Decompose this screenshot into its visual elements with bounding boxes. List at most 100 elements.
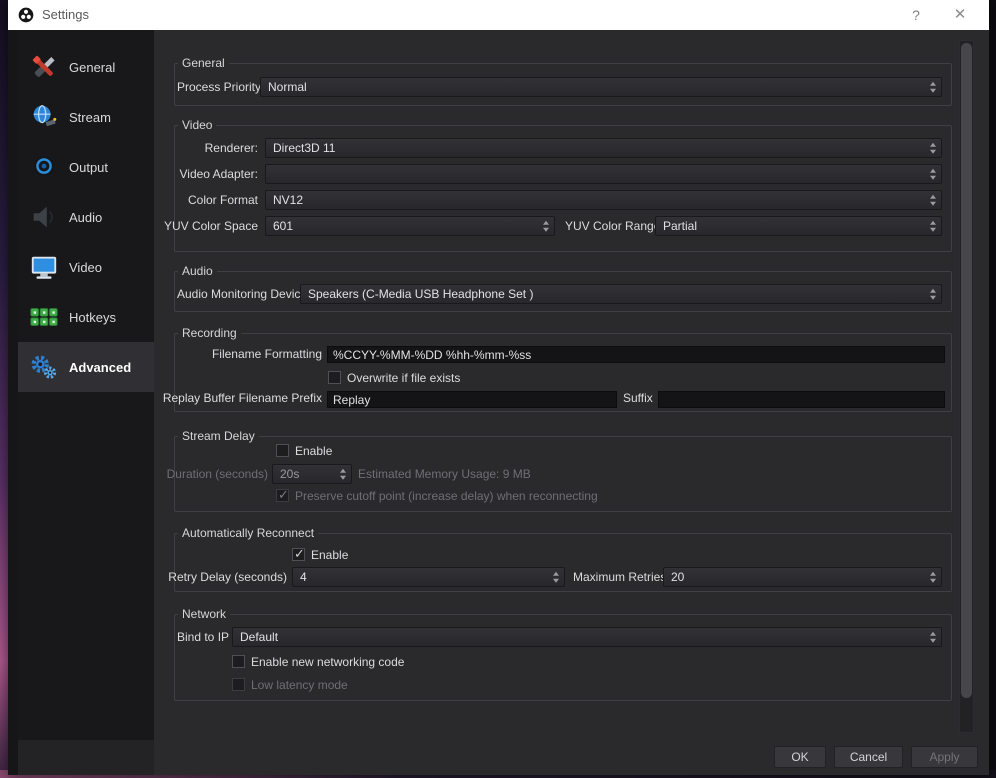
sidebar-item-label: General (69, 59, 116, 75)
sidebar-item-output[interactable]: Output (18, 142, 154, 192)
updown-arrows-icon (930, 81, 936, 93)
suffix-input[interactable] (658, 391, 945, 408)
globe-satellite-icon (28, 102, 60, 132)
bind-to-ip-value: Default (240, 630, 279, 644)
monitor-icon (28, 252, 60, 282)
sidebar-item-audio[interactable]: Audio (18, 192, 154, 242)
scrollbar-thumb[interactable] (961, 43, 972, 698)
group-video-title: Video (182, 118, 213, 132)
low-latency-label[interactable]: Low latency mode (251, 675, 348, 695)
titlebar[interactable]: Settings ? ✕ (8, 0, 989, 30)
gears-icon (28, 352, 60, 382)
updown-arrows-icon (930, 142, 936, 154)
vertical-scrollbar[interactable] (959, 40, 974, 733)
preserve-cutoff-label[interactable]: Preserve cutoff point (increase delay) w… (295, 486, 598, 506)
color-format-value: NV12 (273, 193, 304, 207)
overwrite-checkbox[interactable] (328, 371, 341, 384)
updown-arrows-icon (930, 194, 936, 206)
color-format-label: Color Format (187, 193, 258, 207)
maximum-retries-spinbox[interactable]: 20 (663, 567, 942, 587)
group-audio-title: Audio (182, 264, 213, 278)
settings-content: General Process Priority Normal Video Re… (154, 30, 989, 775)
sidebar-item-label: Audio (69, 209, 103, 225)
duration-label: Duration (seconds) (166, 467, 268, 481)
audio-monitoring-label: Audio Monitoring Device (177, 287, 308, 301)
sidebar-item-label: Advanced (69, 359, 132, 375)
color-format-select[interactable]: NV12 (265, 190, 942, 210)
low-latency-checkbox[interactable] (232, 678, 245, 691)
sidebar-item-label: Video (69, 259, 103, 275)
retry-delay-value: 4 (300, 570, 307, 584)
renderer-value: Direct3D 11 (273, 141, 336, 155)
obs-logo-icon (18, 7, 34, 23)
yuv-color-range-select[interactable]: Partial (655, 216, 942, 236)
updown-arrows-icon (930, 571, 936, 583)
maximum-retries-value: 20 (671, 570, 685, 584)
suffix-label: Suffix (623, 391, 653, 405)
ok-button[interactable]: OK (774, 746, 826, 768)
filename-formatting-input[interactable] (327, 346, 945, 363)
sidebar-item-video[interactable]: Video (18, 242, 154, 292)
process-priority-label: Process Priority (177, 80, 262, 94)
settings-window: Settings ? ✕ General Stream Output Audio… (8, 0, 989, 775)
sidebar-margin (8, 30, 18, 775)
updown-arrows-icon (543, 220, 549, 232)
stream-delay-enable-label[interactable]: Enable (295, 441, 332, 461)
yuv-color-space-value: 601 (273, 219, 294, 233)
group-stream-delay-title: Stream Delay (182, 429, 255, 443)
group-recording-title: Recording (182, 326, 237, 340)
group-general-title: General (182, 56, 225, 70)
renderer-label: Renderer: (204, 141, 258, 155)
tools-icon (28, 52, 60, 82)
maximum-retries-label: Maximum Retries (573, 570, 667, 584)
sidebar-item-stream[interactable]: Stream (18, 92, 154, 142)
yuv-color-space-label: YUV Color Space (163, 219, 258, 233)
overwrite-label[interactable]: Overwrite if file exists (347, 368, 460, 388)
audio-monitoring-value: Speakers (C-Media USB Headphone Set ) (308, 287, 534, 301)
renderer-select[interactable]: Direct3D 11 (265, 138, 942, 158)
sidebar: General Stream Output Audio Video Hotkey… (18, 30, 154, 740)
group-network-title: Network (182, 607, 227, 621)
sidebar-item-general[interactable]: General (18, 42, 154, 92)
new-networking-checkbox[interactable] (232, 655, 245, 668)
sidebar-item-label: Output (69, 159, 109, 175)
sidebar-item-hotkeys[interactable]: Hotkeys (18, 292, 154, 342)
retry-delay-spinbox[interactable]: 4 (292, 567, 565, 587)
sidebar-item-advanced[interactable]: Advanced (18, 342, 154, 392)
yuv-color-range-label: YUV Color Range (565, 219, 661, 233)
window-title: Settings (42, 7, 89, 22)
close-button[interactable]: ✕ (943, 0, 977, 30)
audio-monitoring-select[interactable]: Speakers (C-Media USB Headphone Set ) (300, 284, 942, 304)
replay-prefix-input[interactable] (327, 391, 617, 408)
updown-arrows-icon (930, 631, 936, 643)
video-adapter-label: Video Adapter: (179, 167, 258, 181)
yuv-color-space-select[interactable]: 601 (265, 216, 555, 236)
help-button[interactable]: ? (899, 0, 933, 30)
filename-formatting-label: Filename Formatting (211, 347, 322, 361)
updown-arrows-icon (340, 468, 346, 480)
process-priority-select[interactable]: Normal (260, 77, 942, 97)
disc-icon (28, 152, 60, 182)
cancel-button[interactable]: Cancel (834, 746, 903, 768)
reconnect-enable-label[interactable]: Enable (311, 545, 348, 565)
sidebar-item-label: Hotkeys (69, 309, 116, 325)
preserve-cutoff-checkbox[interactable] (276, 487, 289, 503)
apply-button[interactable]: Apply (911, 746, 978, 768)
reconnect-enable-checkbox[interactable] (292, 546, 305, 562)
desktop: Settings ? ✕ General Stream Output Audio… (0, 0, 996, 778)
speaker-icon (28, 202, 60, 232)
replay-prefix-label: Replay Buffer Filename Prefix (162, 391, 322, 405)
group-reconnect-title: Automatically Reconnect (182, 526, 315, 540)
keyboard-keys-icon (28, 302, 60, 332)
updown-arrows-icon (930, 220, 936, 232)
stream-delay-enable-checkbox[interactable] (276, 444, 289, 457)
duration-spinbox[interactable]: 20s (272, 464, 352, 484)
new-networking-label[interactable]: Enable new networking code (251, 652, 404, 672)
bind-to-ip-select[interactable]: Default (232, 627, 942, 647)
process-priority-value: Normal (268, 80, 307, 94)
estimated-memory-label: Estimated Memory Usage: 9 MB (358, 467, 531, 481)
updown-arrows-icon (930, 168, 936, 180)
video-adapter-select[interactable] (265, 164, 942, 184)
yuv-color-range-value: Partial (663, 219, 698, 233)
bind-to-ip-label: Bind to IP (177, 630, 230, 644)
